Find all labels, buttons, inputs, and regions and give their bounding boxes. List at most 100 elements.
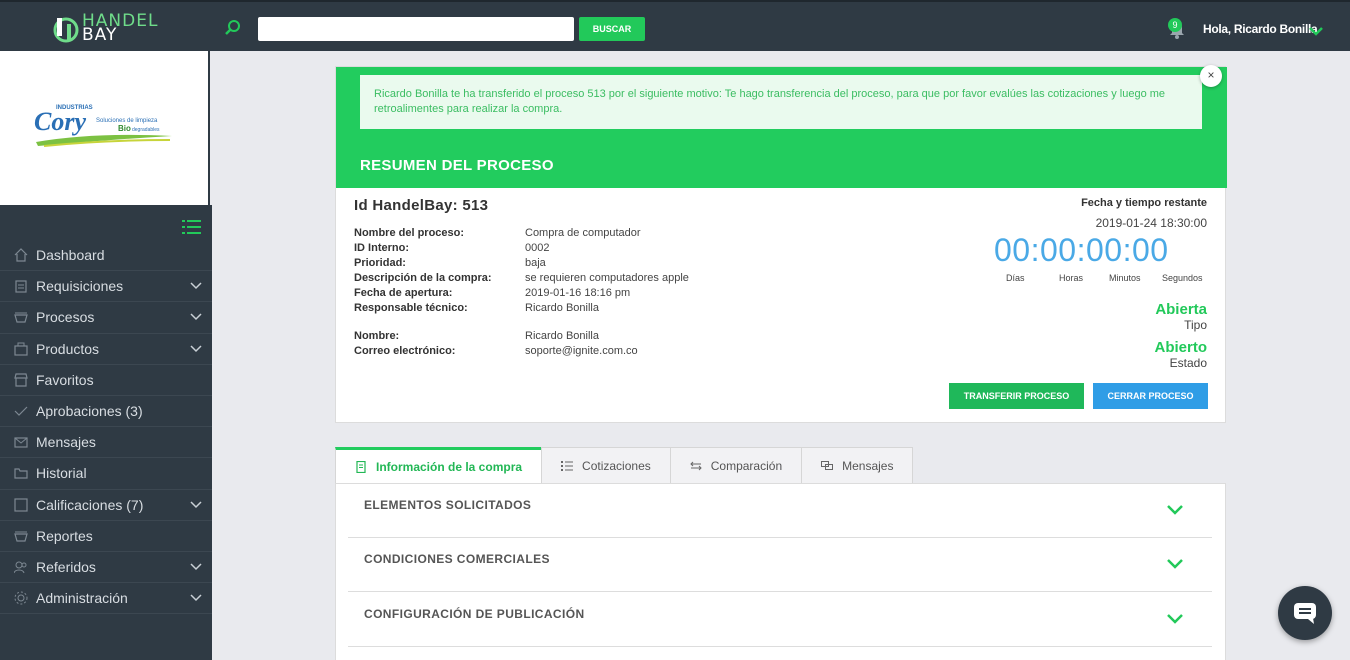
process-type-value: Abierta [1155,301,1207,318]
envelope-icon [14,437,28,448]
chevron-down-icon[interactable] [1309,26,1323,36]
handelbay-logo-icon [53,17,79,43]
chevron-down-icon[interactable] [190,345,202,353]
sidebar-item-label: Requisiciones [36,278,124,295]
detail-key: ID Interno: [354,242,409,254]
sidebar-item-label: Calificaciones (7) [36,496,144,513]
sidebar-item-label: Historial [36,465,87,482]
transfer-process-button[interactable]: TRANSFERIR PROCESO [949,383,1084,409]
chevron-down-icon[interactable] [190,501,202,509]
sidebar-item-administracion[interactable]: Administración [0,583,212,615]
tab-messages-label: Mensajes [842,459,894,473]
accordion-title: ELEMENTOS SOLICITADOS [364,498,532,512]
chevron-down-icon[interactable] [190,594,202,602]
sidebar-item-calificaciones[interactable]: Calificaciones (7) [0,490,212,521]
accordion-requested-items[interactable]: ELEMENTOS SOLICITADOS [348,484,1212,538]
detail-value: 2019-01-16 18:16 pm [525,287,631,299]
detail-key: Responsable técnico: [354,302,468,314]
gear-icon [14,591,28,605]
sidebar-item-aprobaciones[interactable]: Aprobaciones (3) [0,396,212,428]
handelbay-logo[interactable]: HANDEL BAY [52,13,162,44]
sidebar-item-dashboard[interactable]: Dashboard [0,240,212,272]
chat-bubble-icon [1294,603,1316,624]
menu-list-icon[interactable] [182,219,201,235]
home-icon [14,248,28,262]
chevron-down-icon[interactable] [1166,613,1184,625]
close-process-button[interactable]: CERRAR PROCESO [1093,383,1208,409]
process-state-label: Estado [1169,356,1207,370]
basket-icon [14,531,28,542]
sidebar-item-label: Reportes [36,527,93,544]
sidebar-item-label: Mensajes [36,434,96,451]
detail-row: Nombre del proceso: Compra de computador [354,227,689,242]
sidebar-item-mensajes[interactable]: Mensajes [0,427,212,459]
remaining-time-label: Fecha y tiempo restante [1081,197,1207,209]
sidebar-item-reportes[interactable]: Reportes [0,521,212,552]
detail-key: Correo electrónico: [354,345,456,357]
tab-panel: ELEMENTOS SOLICITADOS CONDICIONES COMERC… [335,483,1226,660]
logo-degradables: degradables [132,127,160,133]
detail-key: Fecha de apertura: [354,287,453,299]
store-icon [14,373,28,387]
tab-comparison[interactable]: Comparación [669,447,803,484]
countdown-timer: 00:00:00:00 [994,232,1169,268]
chat-icon [821,461,834,470]
accordion-commercial-conditions[interactable]: CONDICIONES COMERCIALES [348,538,1212,592]
detail-key: Nombre: [354,330,400,342]
sidebar-item-productos[interactable]: Productos [0,334,212,365]
sidebar-item-requisiciones[interactable]: Requisiciones [0,271,212,303]
chevron-down-icon[interactable] [190,563,202,571]
process-id-title: Id HandelBay: 513 [354,197,489,214]
detail-value: baja [525,257,546,269]
chevron-down-icon[interactable] [1166,558,1184,570]
sidebar-item-procesos[interactable]: Procesos [0,302,212,334]
sidebar-item-label: Administración [36,590,128,607]
detail-key: Nombre del proceso: [354,227,465,239]
deadline-date: 2019-01-24 18:30:00 [1095,216,1207,230]
logo-cory: Cory [34,107,86,136]
tab-quotes[interactable]: Cotizaciones [541,447,671,484]
detail-value: Ricardo Bonilla [525,330,599,342]
chevron-down-icon[interactable] [190,282,202,290]
sidebar-item-label: Referidos [36,558,96,575]
detail-row: Descripción de la compra: se requieren co… [354,272,689,287]
search-button[interactable]: BUSCAR [579,17,645,41]
tab-purchase-info-label: Información de la compra [376,460,523,474]
sidebar-item-historial[interactable]: Historial [0,458,212,490]
detail-value: soporte@ignite.com.co [525,345,638,357]
tab-purchase-info[interactable]: Información de la compra [335,447,543,484]
users-icon [14,561,27,574]
close-alert-button[interactable]: × [1200,65,1222,87]
top-bar: HANDEL BAY BUSCAR 9 Hola, Ricardo Bonill… [0,0,1350,51]
chevron-down-icon[interactable] [190,313,202,321]
detail-value: se requieren computadores apple [525,272,689,284]
search-input[interactable] [258,17,574,41]
detail-value: 0002 [525,242,550,254]
sidebar-item-label: Favoritos [36,371,94,388]
notification-badge: 9 [1168,18,1182,32]
detail-key: Descripción de la compra: [354,272,492,284]
accordion-title: CONFIGURACIÓN DE PUBLICACIÓN [364,607,585,621]
tab-messages[interactable]: Mensajes [801,447,914,484]
transfer-alert: Ricardo Bonilla te ha transferido el pro… [360,75,1202,129]
detail-row: Responsable técnico: Ricardo Bonilla [354,302,689,317]
detail-row: Fecha de apertura: 2019-01-16 18:16 pm [354,287,689,302]
tab-quotes-label: Cotizaciones [582,459,651,473]
chevron-down-icon[interactable] [1166,504,1184,516]
sidebar-item-referidos[interactable]: Referidos [0,552,212,584]
sidebar-item-favoritos[interactable]: Favoritos [0,365,212,396]
accordion-publication-config[interactable]: CONFIGURACIÓN DE PUBLICACIÓN [348,593,1212,647]
document-icon [356,461,366,473]
detail-row: Nombre: Ricardo Bonilla [354,330,689,345]
sidebar-item-label: Dashboard [36,247,105,264]
clipboard-icon [15,280,27,293]
detail-value: Ricardo Bonilla [525,302,599,314]
chat-widget-button[interactable] [1278,586,1332,640]
process-state-value: Abierto [1154,339,1208,356]
sidebar-item-label: Aprobaciones (3) [36,403,143,420]
logo-bio: Bio [118,124,131,133]
search-icon[interactable] [224,19,242,37]
basket-icon [14,312,28,324]
countdown-label-days: Días [1006,273,1025,283]
user-greeting[interactable]: Hola, Ricardo Bonilla [1203,22,1318,36]
